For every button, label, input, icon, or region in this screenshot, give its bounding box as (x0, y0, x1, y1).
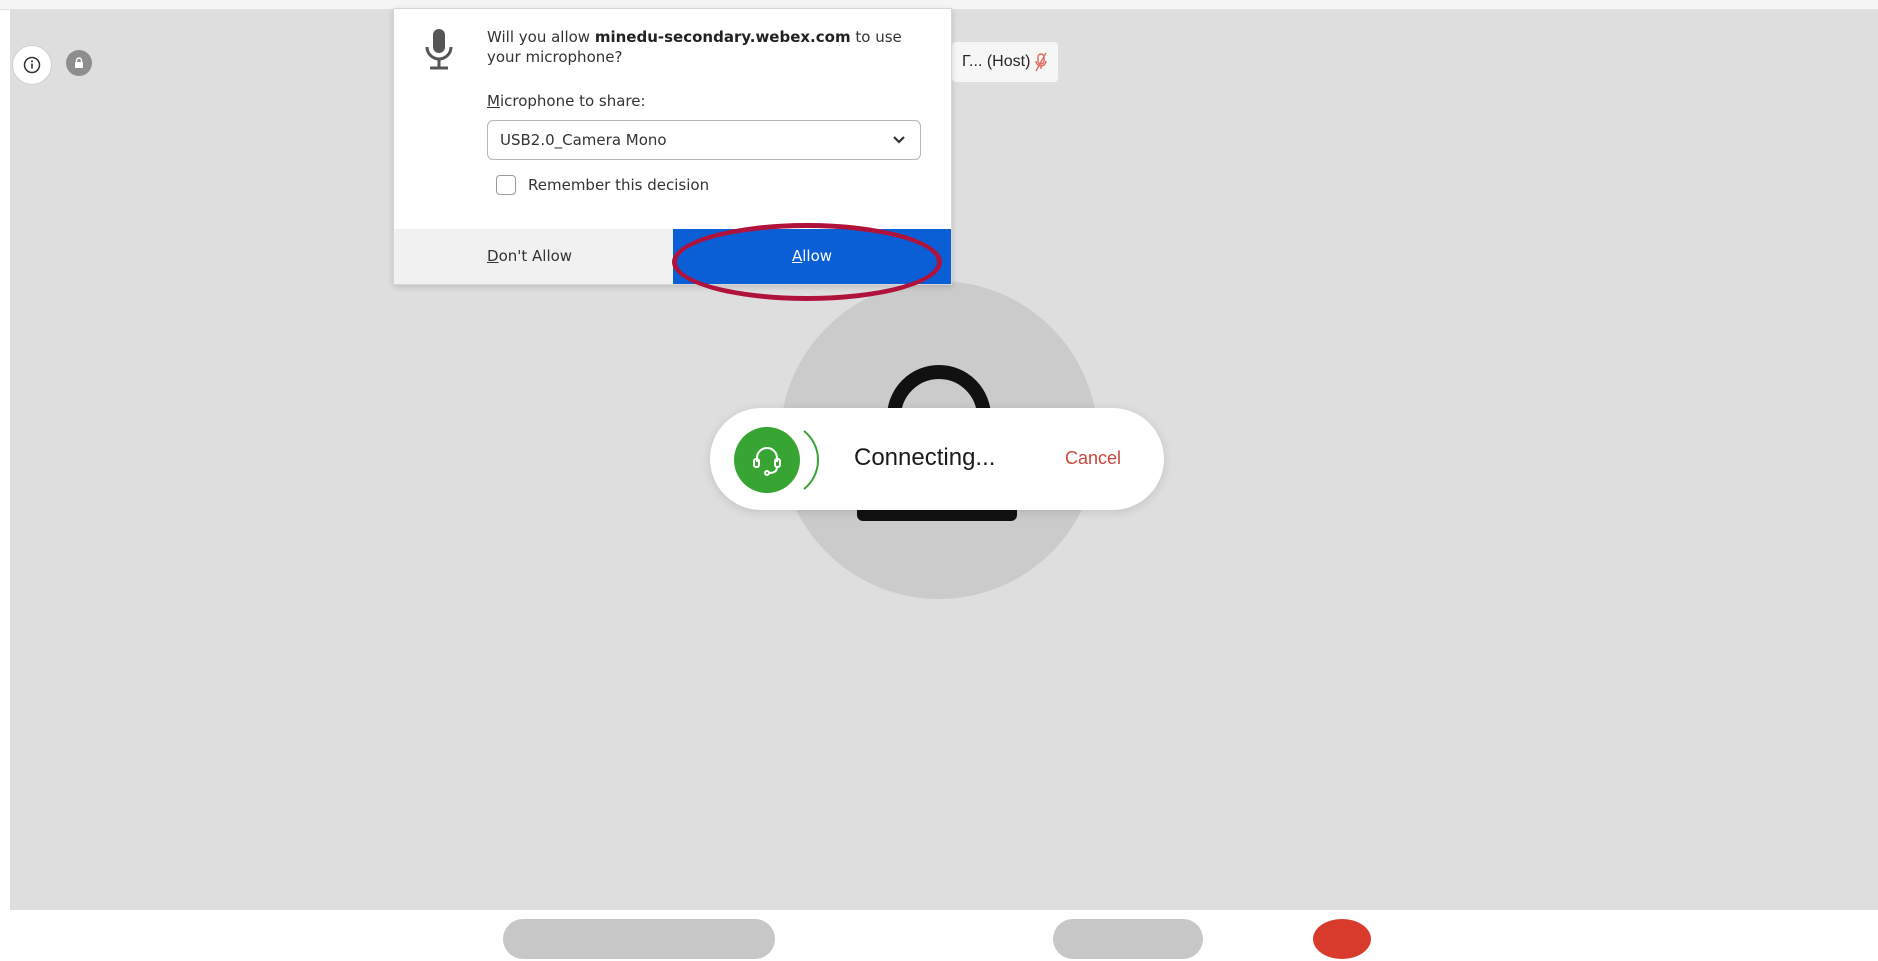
chevron-down-icon (893, 136, 905, 144)
microphone-icon (425, 29, 453, 70)
cancel-connection-button[interactable]: Cancel (1065, 448, 1121, 469)
requesting-domain: minedu-secondary.webex.com (594, 28, 851, 46)
muted-microphone-icon (1035, 52, 1048, 72)
more-options-button[interactable] (1234, 919, 1286, 959)
selected-device: USB2.0_Camera Mono (500, 131, 667, 149)
allow-label: Allow (791, 247, 833, 265)
microphone-permission-prompt: Will you allow minedu-secondary.webex.co… (393, 8, 952, 285)
connecting-toast: Connecting... Cancel (710, 408, 1164, 510)
question-prefix: Will you allow (487, 28, 595, 46)
progress-arc-icon (803, 430, 820, 490)
connecting-status: Connecting... (854, 444, 996, 471)
allow-button[interactable]: Allow (673, 229, 951, 284)
prompt-actions: Don't Allow Allow (394, 229, 951, 284)
video-control[interactable] (800, 919, 1028, 959)
mute-control[interactable] (503, 919, 775, 959)
remember-decision-row[interactable]: Remember this decision (496, 175, 709, 195)
permission-question: Will you allow minedu-secondary.webex.co… (487, 27, 927, 67)
host-name: Γ... (Host) (962, 53, 1031, 70)
leave-meeting-button[interactable] (1313, 919, 1371, 959)
remember-decision-checkbox[interactable] (496, 175, 516, 195)
lock-icon (75, 57, 83, 68)
panel-controls[interactable] (1552, 921, 1852, 961)
microphone-device-select[interactable]: USB2.0_Camera Mono (487, 120, 921, 160)
security-lock-button[interactable] (66, 50, 92, 76)
microphone-share-label: Microphone to share: (487, 92, 646, 110)
host-name-label: Γ... (Host) (952, 42, 1059, 82)
dont-allow-button[interactable]: Don't Allow (394, 229, 673, 284)
dont-allow-label: Don't Allow (487, 247, 573, 265)
remember-decision-label[interactable]: Remember this decision (528, 176, 709, 194)
info-icon (23, 56, 41, 74)
share-control[interactable] (1053, 919, 1203, 959)
meeting-info-button[interactable] (12, 45, 52, 85)
